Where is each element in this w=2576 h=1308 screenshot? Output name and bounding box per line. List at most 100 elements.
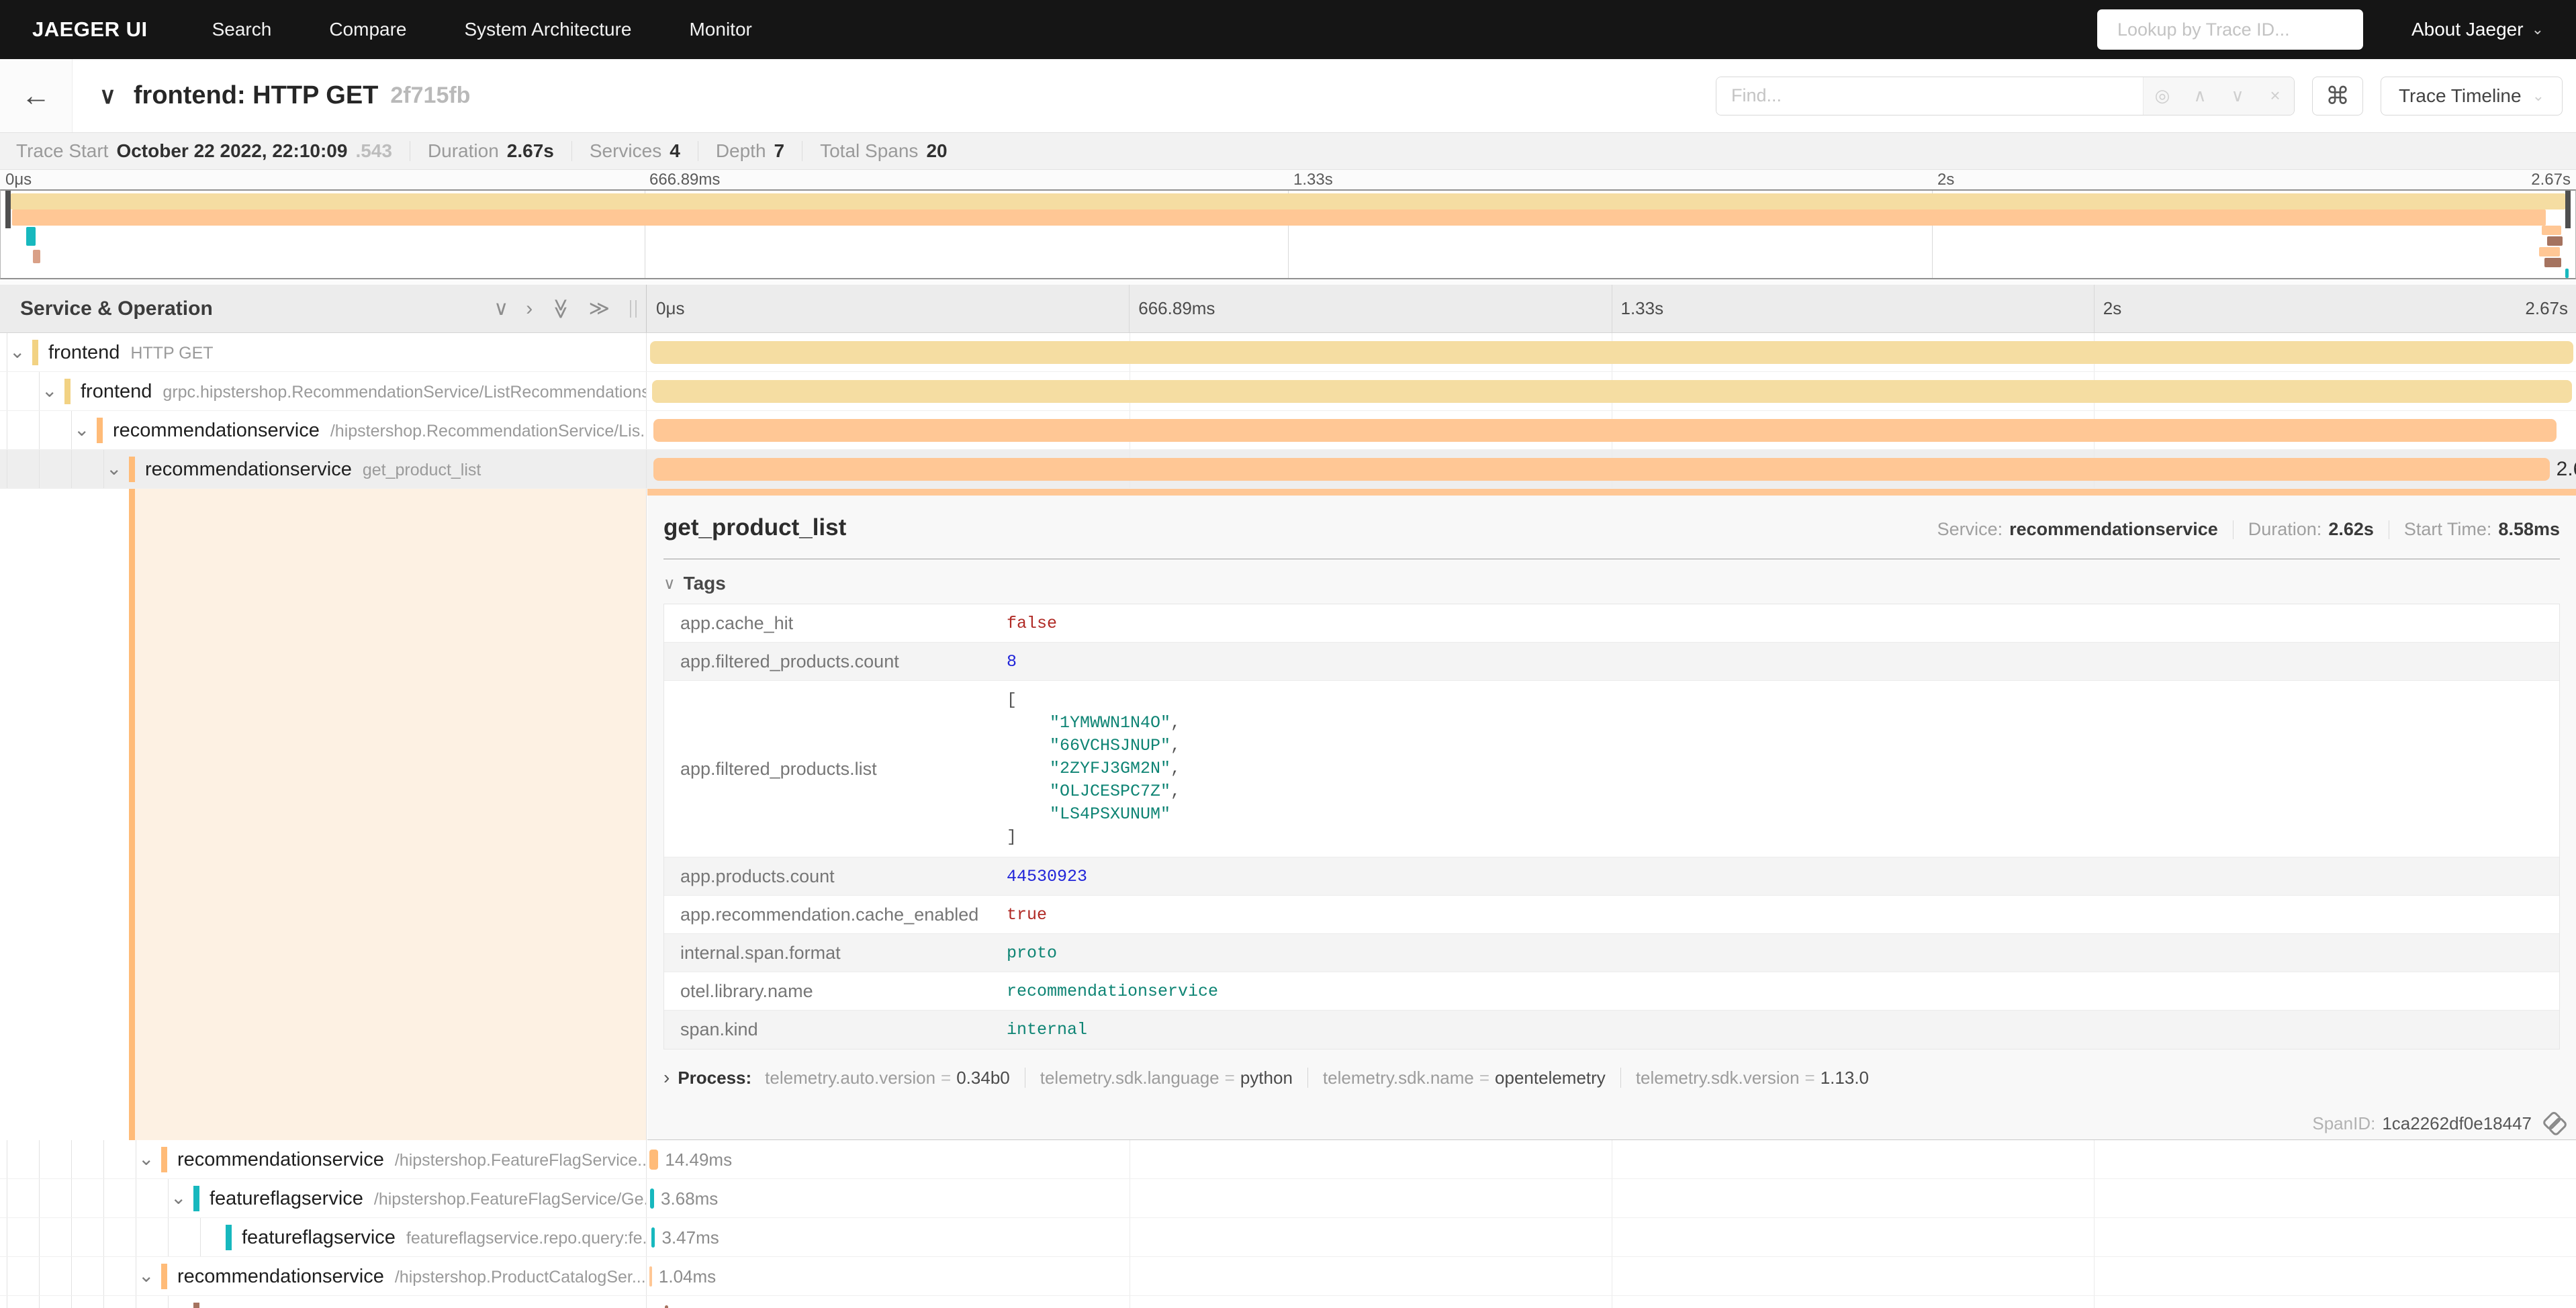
- span-row: ⌄frontendgrpc.hipstershop.Recommendation…: [0, 372, 2576, 411]
- summary-label: Trace Start: [16, 140, 108, 162]
- prev-result-icon[interactable]: ∧: [2181, 77, 2219, 115]
- right-scrub-handle[interactable]: [2565, 191, 2571, 228]
- span-row-name-cell[interactable]: ⌄featureflagservice/hipstershop.FeatureF…: [0, 1179, 647, 1217]
- nav-item-compare[interactable]: Compare: [329, 19, 406, 40]
- chevron-right-icon[interactable]: ›: [663, 1067, 670, 1088]
- chevron-down-icon[interactable]: ⌄: [138, 1257, 154, 1295]
- command-icon: ⌘: [2326, 82, 2350, 110]
- ruler-gridline: [1129, 285, 1130, 332]
- span-bar[interactable]: [653, 419, 2557, 442]
- process-key: telemetry.sdk.name: [1323, 1068, 1474, 1088]
- chevron-down-icon[interactable]: ⌄: [171, 1179, 186, 1217]
- link-icon[interactable]: [2538, 1109, 2567, 1137]
- indent-guide: [103, 1140, 104, 1178]
- span-bar[interactable]: [665, 1305, 668, 1308]
- duration-label: Duration:: [2248, 519, 2322, 540]
- expand-one-icon[interactable]: ›: [526, 299, 533, 319]
- chevron-down-icon[interactable]: ⌄: [9, 333, 25, 371]
- service-name: frontend: [48, 342, 120, 363]
- operation-name: grpc.hipstershop.RecommendationService/L…: [163, 383, 647, 402]
- collapse-all-icon[interactable]: ≫: [551, 298, 571, 319]
- span-row-name-cell[interactable]: ⌄frontendHTTP GET: [0, 333, 647, 371]
- span-bar[interactable]: [650, 1188, 654, 1209]
- collapse-one-icon[interactable]: ∨: [494, 299, 508, 319]
- clear-icon[interactable]: ×: [2256, 77, 2294, 115]
- next-result-icon[interactable]: ∨: [2219, 77, 2256, 115]
- indent-guide: [39, 1218, 40, 1256]
- nav-item-monitor[interactable]: Monitor: [689, 19, 751, 40]
- span-row-timeline-cell[interactable]: 14.49ms: [647, 1140, 2576, 1178]
- span-row-timeline-cell[interactable]: 3.68ms: [647, 1179, 2576, 1217]
- divider: [571, 141, 572, 161]
- span-row-timeline-cell[interactable]: 1.04ms: [647, 1257, 2576, 1295]
- find-input[interactable]: [1716, 77, 2143, 115]
- span-id-value: 1ca2262df0e18447: [2382, 1113, 2532, 1134]
- tag-value: 8: [1007, 652, 1017, 671]
- span-row-name-cell[interactable]: ⌄frontendgrpc.hipstershop.Recommendation…: [0, 372, 647, 410]
- expand-all-icon[interactable]: ≫: [589, 299, 610, 319]
- span-rows-bottom: ⌄recommendationservice/hipstershop.Featu…: [0, 1140, 2576, 1308]
- minimap-tick-label: 1.33s: [1293, 170, 1333, 189]
- locate-icon[interactable]: ◎: [2144, 77, 2181, 115]
- span-bar[interactable]: [653, 458, 2549, 481]
- summary-value: October 22 2022, 22:10:09: [116, 140, 347, 162]
- trace-id-search[interactable]: [2097, 9, 2363, 50]
- chevron-down-icon[interactable]: ⌄: [74, 411, 89, 449]
- span-row-name-cell[interactable]: featureflagservicefeatureflagservice.rep…: [0, 1218, 647, 1256]
- summary-label: Total Spans: [820, 140, 918, 162]
- indent-guide: [168, 1218, 169, 1256]
- span-row-name-cell[interactable]: ⌄recommendationserviceget_product_list: [0, 450, 647, 488]
- span-bar[interactable]: [649, 1266, 652, 1287]
- left-scrub-handle[interactable]: [5, 191, 11, 228]
- span-bar[interactable]: [652, 380, 2572, 403]
- chevron-down-icon[interactable]: ⌄: [42, 372, 57, 410]
- span-row-name-cell[interactable]: ⌄recommendationservice/hipstershop.Featu…: [0, 1140, 647, 1178]
- about-jaeger-menu[interactable]: About Jaeger ⌄: [2411, 19, 2544, 40]
- nav-item-search[interactable]: Search: [212, 19, 272, 40]
- span-row-name-cell[interactable]: ⌄recommendationservice/hipstershop.Produ…: [0, 1257, 647, 1295]
- nav-item-system-architecture[interactable]: System Architecture: [465, 19, 632, 40]
- jaeger-logo[interactable]: JAEGER UI: [32, 17, 148, 42]
- process-label[interactable]: Process:: [678, 1068, 751, 1088]
- keyboard-shortcuts-button[interactable]: ⌘: [2312, 77, 2363, 115]
- summary-value-suffix: .543: [355, 140, 392, 162]
- span-row-name-cell[interactable]: ⌄recommendationservice/hipstershop.Recom…: [0, 411, 647, 449]
- span-row-timeline-cell[interactable]: [647, 333, 2576, 371]
- chevron-down-icon: ⌄: [2532, 21, 2544, 38]
- tag-row: app.filtered_products.count8: [664, 643, 2559, 681]
- trace-view-dropdown[interactable]: Trace Timeline ⌄: [2381, 77, 2563, 115]
- service-color-strip: [193, 1186, 199, 1211]
- span-row-timeline-cell[interactable]: [647, 1296, 2576, 1308]
- span-row-timeline-cell[interactable]: [647, 411, 2576, 449]
- span-bar[interactable]: [651, 1227, 655, 1248]
- trace-summary-bar: Trace Start October 22 2022, 22:10:09 .543…: [0, 133, 2576, 170]
- column-resizer-handle[interactable]: [630, 300, 637, 318]
- chevron-down-icon[interactable]: ⌄: [138, 1140, 154, 1178]
- span-bar[interactable]: [650, 341, 2573, 364]
- span-row-timeline-cell[interactable]: 2.62s: [647, 450, 2576, 488]
- back-button[interactable]: ←: [0, 59, 73, 132]
- indent-guide: [103, 1296, 104, 1308]
- tags-table: app.cache_hitfalseapp.filtered_products.…: [663, 604, 2560, 1049]
- indent-guide: [71, 1257, 72, 1295]
- service-name: featureflagservice: [242, 1227, 396, 1248]
- chevron-down-icon[interactable]: ⌄: [106, 450, 122, 487]
- tag-value: recommendationservice: [1007, 982, 1218, 1001]
- trace-title: frontend: HTTP GET: [134, 81, 379, 110]
- minimap-span-late-teal-span: [2565, 269, 2569, 278]
- minimap-canvas[interactable]: [0, 189, 2576, 279]
- span-row-timeline-cell[interactable]: [647, 372, 2576, 410]
- tags-section-toggle[interactable]: ∨ Tags: [663, 573, 2560, 594]
- tag-list-item: "2ZYFJ3GM2N",: [1007, 757, 1181, 780]
- minimap-span-late-span-4: [2544, 258, 2561, 267]
- service-name: featureflagservice: [210, 1188, 363, 1209]
- span-row-name-cell[interactable]: [0, 1296, 647, 1308]
- start-time-value: 8.58ms: [2498, 519, 2560, 540]
- indent-guide: [71, 450, 72, 488]
- collapse-trace-chevron-icon[interactable]: ∨: [99, 83, 116, 109]
- trace-id-search-input[interactable]: [2117, 19, 2355, 40]
- tag-row: app.products.count44530923: [664, 857, 2559, 896]
- process-key: telemetry.sdk.language: [1040, 1068, 1220, 1088]
- span-bar[interactable]: [649, 1150, 658, 1170]
- span-row-timeline-cell[interactable]: 3.47ms: [647, 1218, 2576, 1256]
